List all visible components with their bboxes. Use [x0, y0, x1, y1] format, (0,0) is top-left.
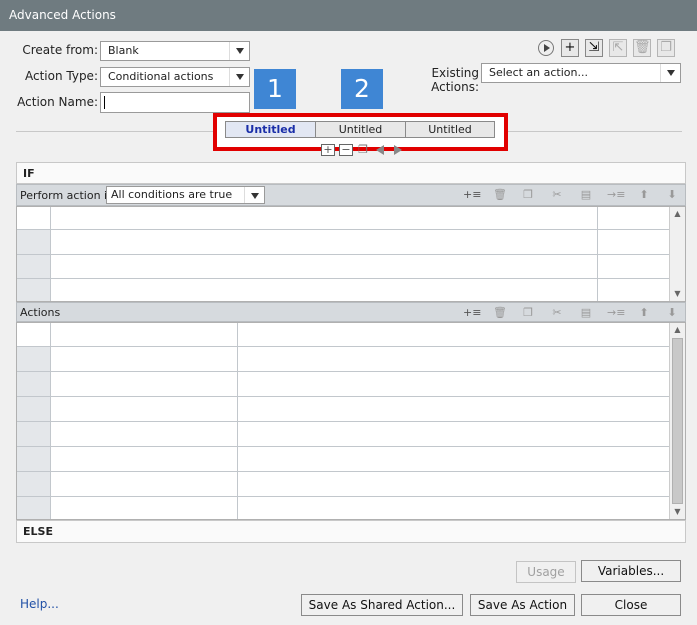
table-row[interactable]: [17, 347, 669, 372]
delete-icon[interactable]: 🗑: [633, 39, 651, 57]
table-row[interactable]: [17, 279, 669, 301]
conditions-scrollbar[interactable]: ▲ ▼: [669, 207, 685, 301]
chevron-down-icon: [660, 64, 680, 82]
copy-icon[interactable]: ❐: [520, 305, 536, 321]
chevron-down-icon: [229, 68, 249, 86]
table-row[interactable]: [17, 397, 669, 422]
action-type-label: Action Type:: [24, 69, 98, 83]
remove-decision-icon[interactable]: −: [339, 144, 353, 156]
window-title: Advanced Actions: [9, 8, 116, 22]
create-from-value: Blank: [108, 44, 139, 57]
move-up-icon[interactable]: ⬆: [636, 305, 652, 321]
table-row[interactable]: [17, 422, 669, 447]
duplicate-icon[interactable]: ❐: [657, 39, 675, 57]
import-icon[interactable]: ⇲: [585, 39, 603, 57]
move-down-icon[interactable]: ⬇: [664, 305, 680, 321]
help-link[interactable]: Help...: [20, 597, 59, 611]
create-from-select[interactable]: Blank: [100, 41, 250, 61]
conditions-grid: ▲ ▼: [16, 206, 686, 302]
action-name-label: Action Name:: [17, 95, 98, 109]
close-button[interactable]: Close: [581, 594, 681, 616]
add-decision-icon[interactable]: +: [321, 144, 335, 156]
scroll-thumb[interactable]: [672, 338, 683, 504]
title-bar: Advanced Actions: [0, 0, 697, 31]
table-row[interactable]: [17, 472, 669, 497]
delete-row-icon[interactable]: 🗑: [492, 187, 508, 203]
column-divider: [237, 323, 238, 519]
chevron-down-icon: [244, 187, 264, 203]
usage-button[interactable]: Usage: [516, 561, 576, 583]
copy-icon[interactable]: ❐: [520, 187, 536, 203]
move-down-icon[interactable]: ⬇: [664, 187, 680, 203]
existing-actions-label: Existing Actions:: [431, 66, 479, 94]
action-type-select[interactable]: Conditional actions: [100, 67, 250, 87]
condition-toolbar: Perform action if: All conditions are tr…: [16, 184, 686, 206]
column-divider: [597, 207, 598, 301]
actions-grid: ▲ ▼: [16, 322, 686, 520]
scroll-up-icon[interactable]: ▲: [670, 323, 685, 337]
tab-decision-3[interactable]: Untitled: [405, 121, 495, 138]
actions-toolbar: Actions +≡ 🗑 ❐ ✂ ▤ →≡ ⬆ ⬇: [16, 302, 686, 322]
actions-scrollbar[interactable]: ▲ ▼: [669, 323, 685, 519]
add-row-icon[interactable]: +≡: [463, 305, 481, 321]
text-caret: [104, 96, 105, 109]
save-as-shared-action-button[interactable]: Save As Shared Action...: [301, 594, 463, 616]
scroll-down-icon[interactable]: ▼: [670, 287, 685, 301]
export-icon[interactable]: ⇱: [609, 39, 627, 57]
preview-icon[interactable]: [538, 40, 554, 56]
paste-icon[interactable]: ▤: [578, 305, 594, 321]
paste-icon[interactable]: ▤: [578, 187, 594, 203]
right-arrow-icon[interactable]: [394, 145, 402, 155]
callout-badge-1: 1: [254, 69, 296, 109]
actions-label: Actions: [20, 306, 61, 319]
table-row[interactable]: [17, 447, 669, 472]
add-row-icon[interactable]: +≡: [463, 187, 481, 203]
condition-mode-value: All conditions are true: [111, 188, 233, 201]
table-row[interactable]: [17, 372, 669, 397]
add-icon[interactable]: +: [561, 39, 579, 57]
perform-action-label: Perform action if:: [20, 189, 115, 202]
delete-row-icon[interactable]: 🗑: [492, 305, 508, 321]
if-label: IF: [23, 167, 35, 180]
insert-icon[interactable]: →≡: [607, 187, 625, 203]
tab-decision-1[interactable]: Untitled: [225, 121, 316, 138]
table-row[interactable]: [17, 207, 669, 230]
scroll-up-icon[interactable]: ▲: [670, 207, 685, 221]
existing-actions-value: Select an action...: [489, 66, 588, 79]
table-row[interactable]: [17, 230, 669, 255]
action-type-value: Conditional actions: [108, 70, 214, 83]
table-row[interactable]: [17, 323, 669, 347]
table-row[interactable]: [17, 255, 669, 279]
save-as-action-button[interactable]: Save As Action: [470, 594, 575, 616]
move-up-icon[interactable]: ⬆: [636, 187, 652, 203]
create-from-label: Create from:: [22, 43, 98, 57]
existing-actions-select[interactable]: Select an action...: [481, 63, 681, 83]
condition-mode-select[interactable]: All conditions are true: [106, 186, 265, 204]
variables-button[interactable]: Variables...: [581, 560, 681, 582]
else-label: ELSE: [23, 525, 53, 538]
if-section-header: IF: [16, 162, 686, 184]
else-section-header[interactable]: ELSE: [16, 520, 686, 543]
chevron-down-icon: [229, 42, 249, 60]
insert-icon[interactable]: →≡: [607, 305, 625, 321]
table-row[interactable]: [17, 497, 669, 519]
copy-decision-icon[interactable]: ❐: [357, 144, 369, 156]
callout-badge-2: 2: [341, 69, 383, 109]
left-arrow-icon[interactable]: [376, 145, 384, 155]
action-name-input[interactable]: [100, 92, 250, 113]
cut-icon[interactable]: ✂: [549, 305, 565, 321]
tab-decision-2[interactable]: Untitled: [315, 121, 406, 138]
cut-icon[interactable]: ✂: [549, 187, 565, 203]
scroll-down-icon[interactable]: ▼: [670, 505, 685, 519]
